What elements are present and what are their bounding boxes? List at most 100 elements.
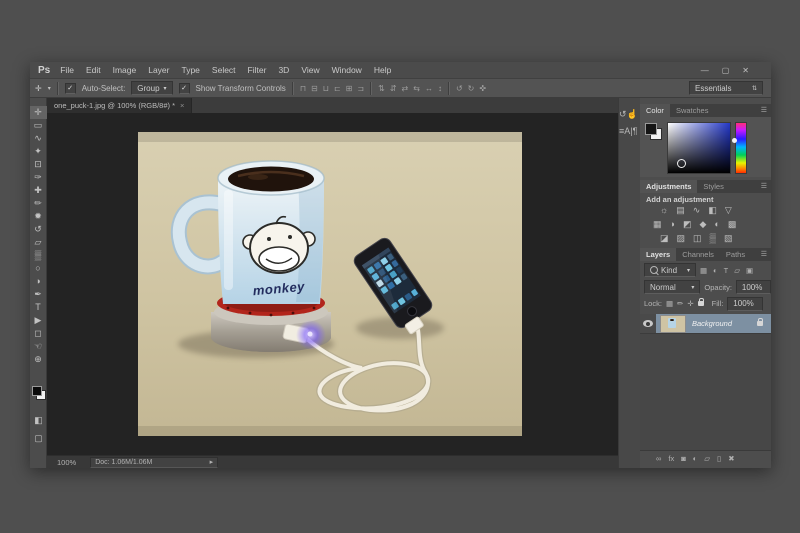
shape-layer-filter-icon[interactable]: ▱ xyxy=(734,266,740,275)
new-layer-icon[interactable]: ▯ xyxy=(717,454,721,463)
rotate-view-icon[interactable]: ↻ xyxy=(468,84,475,93)
fill-dropdown[interactable]: 100% xyxy=(727,296,764,311)
layer-thumbnail[interactable] xyxy=(660,314,686,333)
close-button[interactable]: ✕ xyxy=(742,66,749,75)
tab-paths[interactable]: Paths xyxy=(720,248,751,261)
arrange-documents-icon[interactable]: ✜ xyxy=(479,84,486,93)
restore-button[interactable]: ▢ xyxy=(722,66,730,75)
exposure-icon[interactable]: ◧ xyxy=(708,205,717,216)
new-group-icon[interactable]: ▱ xyxy=(704,454,710,463)
paragraph-panel-icon[interactable]: ¶ xyxy=(633,126,638,136)
menu-3d[interactable]: 3D xyxy=(272,65,295,75)
workspace-switcher-dropdown[interactable]: Essentials ⇅ xyxy=(689,81,763,95)
opacity-dropdown[interactable]: 100% xyxy=(735,280,771,294)
tab-color[interactable]: Color xyxy=(640,104,670,117)
panel-menu-icon[interactable]: ☰ xyxy=(761,104,767,117)
add-layer-mask-icon[interactable]: ◙ xyxy=(681,454,686,463)
pen-tool[interactable]: ✒ xyxy=(30,288,47,301)
menu-type[interactable]: Type xyxy=(175,65,205,75)
blend-mode-dropdown[interactable]: Normal ▾ xyxy=(644,280,701,294)
menu-window[interactable]: Window xyxy=(326,65,368,75)
adjustment-layer-filter-icon[interactable]: ◐ xyxy=(713,266,718,275)
lock-image-icon[interactable]: ✏ xyxy=(677,299,683,308)
hue-slider[interactable] xyxy=(732,122,747,174)
curves-icon[interactable]: ∿ xyxy=(693,205,701,216)
menu-edit[interactable]: Edit xyxy=(80,65,107,75)
tab-adjustments[interactable]: Adjustments xyxy=(640,180,698,193)
dodge-tool[interactable]: ◑ xyxy=(30,275,47,288)
rectangular-marquee-tool[interactable]: ▭ xyxy=(30,119,47,132)
smart-object-filter-icon[interactable]: ▣ xyxy=(746,266,753,275)
tab-layers[interactable]: Layers xyxy=(640,248,677,261)
show-transform-checkbox[interactable]: ✓ xyxy=(178,82,190,94)
path-selection-tool[interactable]: ▶ xyxy=(30,314,47,327)
delete-layer-icon[interactable]: ✖ xyxy=(728,454,734,463)
screen-mode-button[interactable]: ▢ xyxy=(30,432,47,445)
saturation-brightness-picker[interactable] xyxy=(667,122,731,174)
layer-filter-kind-dropdown[interactable]: Kind ▾ xyxy=(644,263,696,277)
gradient-map-icon[interactable]: ▒ xyxy=(710,233,716,244)
auto-select-checkbox[interactable]: ✓ xyxy=(64,82,76,94)
menu-filter[interactable]: Filter xyxy=(242,65,273,75)
gradient-tool[interactable]: ▒ xyxy=(30,249,47,262)
distribute-vertical-centers-icon[interactable]: ⇵ xyxy=(390,84,397,93)
tool-preset-arrow-icon[interactable]: ▾ xyxy=(48,85,51,92)
distribute-left-edges-icon[interactable]: ⇆ xyxy=(413,84,420,93)
lock-transparency-icon[interactable]: ▦ xyxy=(666,299,673,308)
lock-position-icon[interactable]: ✛ xyxy=(687,299,693,308)
new-adjustment-layer-icon[interactable]: ◐ xyxy=(693,454,698,463)
panel-menu-icon[interactable]: ☰ xyxy=(761,180,767,193)
canvas-area[interactable]: monkey xyxy=(47,113,618,455)
lasso-tool[interactable]: ∿ xyxy=(30,132,47,145)
layer-row-background[interactable]: Background xyxy=(640,314,771,333)
quick-mask-mode-button[interactable]: ◧ xyxy=(30,414,47,427)
align-right-edges-icon[interactable]: ⊐ xyxy=(357,84,364,93)
spot-healing-brush-tool[interactable]: ✚ xyxy=(30,184,47,197)
brush-tool[interactable]: ✏ xyxy=(30,197,47,210)
move-tool[interactable]: ✛ xyxy=(29,106,47,119)
history-panel-icon[interactable]: ↺ xyxy=(619,109,627,119)
selective-color-icon[interactable]: ▧ xyxy=(724,233,733,244)
layer-row-selected[interactable]: Background xyxy=(656,314,771,333)
align-bottom-edges-icon[interactable]: ⊔ xyxy=(323,84,329,93)
photo-filter-icon[interactable]: ◆ xyxy=(699,219,706,230)
zoom-level[interactable]: 100% xyxy=(57,458,76,467)
document-info-box[interactable]: Doc: 1.06M/1.06M ▸ xyxy=(90,456,219,468)
hue-slider-marker[interactable] xyxy=(732,138,737,143)
menu-layer[interactable]: Layer xyxy=(142,65,175,75)
eraser-tool[interactable]: ▱ xyxy=(30,236,47,249)
channel-mixer-icon[interactable]: ◐ xyxy=(714,219,719,230)
menu-image[interactable]: Image xyxy=(107,65,143,75)
history-brush-tool[interactable]: ↺ xyxy=(30,223,47,236)
distribute-horizontal-centers-icon[interactable]: ↔ xyxy=(425,84,433,93)
clone-stamp-tool[interactable]: ✹ xyxy=(30,210,47,223)
blur-tool[interactable]: ○ xyxy=(30,262,47,275)
crop-tool[interactable]: ⊡ xyxy=(30,158,47,171)
panel-menu-icon[interactable]: ☰ xyxy=(761,248,767,261)
color-picker-cursor[interactable] xyxy=(677,159,686,168)
distribute-bottom-edges-icon[interactable]: ⇄ xyxy=(402,84,409,93)
layers-list-empty-area[interactable] xyxy=(640,333,771,451)
tab-close-icon[interactable]: × xyxy=(180,101,184,110)
color-lookup-icon[interactable]: ▩ xyxy=(728,219,737,230)
black-white-icon[interactable]: ◩ xyxy=(683,219,692,230)
distribute-top-edges-icon[interactable]: ⇅ xyxy=(378,84,385,93)
distribute-right-edges-icon[interactable]: ↕ xyxy=(438,84,442,93)
foreground-background-swatches[interactable] xyxy=(32,386,46,400)
type-tool[interactable]: T xyxy=(30,301,47,314)
align-left-edges-icon[interactable]: ⊏ xyxy=(334,84,341,93)
layer-visibility-cell[interactable] xyxy=(640,320,656,327)
align-horizontal-centers-icon[interactable]: ⊞ xyxy=(346,84,353,93)
hue-saturation-icon[interactable]: ▦ xyxy=(653,219,662,230)
brightness-contrast-icon[interactable]: ☼ xyxy=(660,205,668,216)
invert-icon[interactable]: ◪ xyxy=(660,233,669,244)
eyedropper-tool[interactable]: ✑ xyxy=(30,171,47,184)
align-top-edges-icon[interactable]: ⊓ xyxy=(300,84,306,93)
auto-align-layers-icon[interactable]: ↺ xyxy=(456,84,463,93)
type-layer-filter-icon[interactable]: T xyxy=(724,266,729,275)
layer-styles-icon[interactable]: fx xyxy=(668,454,674,463)
minimize-button[interactable]: — xyxy=(701,66,709,75)
tab-styles[interactable]: Styles xyxy=(697,180,729,193)
lock-all-icon[interactable] xyxy=(697,298,704,306)
tab-swatches[interactable]: Swatches xyxy=(670,104,715,117)
